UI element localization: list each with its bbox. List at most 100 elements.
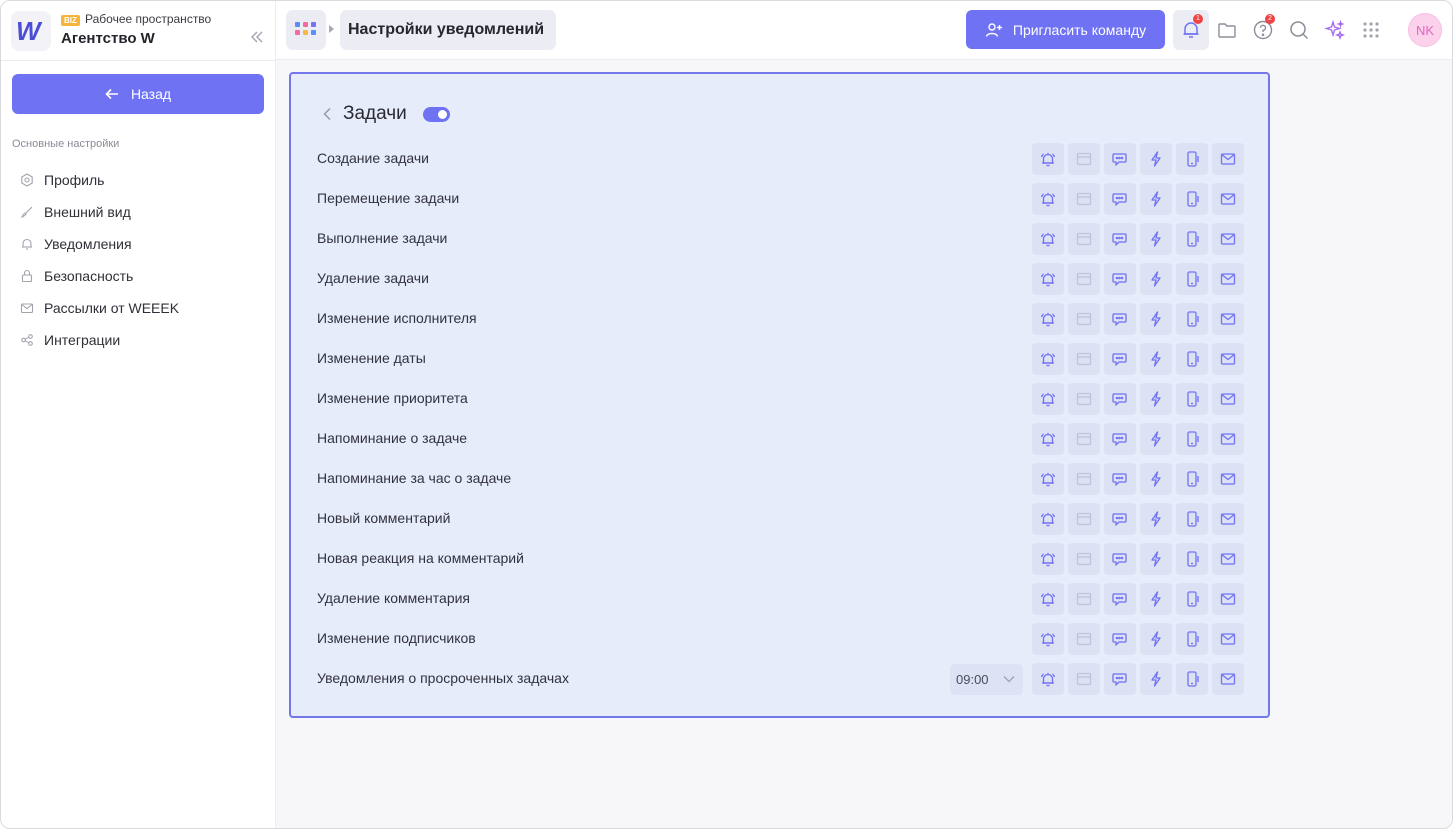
browser-channel-toggle[interactable]: [1068, 263, 1100, 295]
chat-channel-toggle[interactable]: [1104, 263, 1136, 295]
browser-channel-toggle[interactable]: [1068, 503, 1100, 535]
bell-channel-toggle[interactable]: [1032, 183, 1064, 215]
sidebar-item-profile[interactable]: Профиль: [20, 164, 260, 196]
chat-channel-toggle[interactable]: [1104, 183, 1136, 215]
bell-channel-toggle[interactable]: [1032, 663, 1064, 695]
email-channel-toggle[interactable]: [1212, 263, 1244, 295]
bell-channel-toggle[interactable]: [1032, 503, 1064, 535]
mobile-channel-toggle[interactable]: [1176, 303, 1208, 335]
bell-channel-toggle[interactable]: [1032, 583, 1064, 615]
files-button[interactable]: [1209, 10, 1245, 50]
lightning-channel-toggle[interactable]: [1140, 223, 1172, 255]
mobile-channel-toggle[interactable]: [1176, 583, 1208, 615]
email-channel-toggle[interactable]: [1212, 503, 1244, 535]
sidebar-item-integrations[interactable]: Интеграции: [20, 324, 260, 356]
user-avatar[interactable]: NK: [1408, 13, 1442, 47]
email-channel-toggle[interactable]: [1212, 343, 1244, 375]
lightning-channel-toggle[interactable]: [1140, 383, 1172, 415]
chat-channel-toggle[interactable]: [1104, 503, 1136, 535]
bell-channel-toggle[interactable]: [1032, 383, 1064, 415]
mobile-channel-toggle[interactable]: [1176, 143, 1208, 175]
browser-channel-toggle[interactable]: [1068, 143, 1100, 175]
mobile-channel-toggle[interactable]: [1176, 223, 1208, 255]
email-channel-toggle[interactable]: [1212, 583, 1244, 615]
invite-team-button[interactable]: Пригласить команду: [966, 10, 1165, 49]
browser-channel-toggle[interactable]: [1068, 623, 1100, 655]
lightning-channel-toggle[interactable]: [1140, 623, 1172, 655]
bell-channel-toggle[interactable]: [1032, 423, 1064, 455]
email-channel-toggle[interactable]: [1212, 463, 1244, 495]
tasks-notifications-toggle[interactable]: [422, 106, 450, 122]
mobile-channel-toggle[interactable]: [1176, 543, 1208, 575]
bell-channel-toggle[interactable]: [1032, 623, 1064, 655]
chat-channel-toggle[interactable]: [1104, 623, 1136, 655]
email-channel-toggle[interactable]: [1212, 623, 1244, 655]
browser-channel-toggle[interactable]: [1068, 663, 1100, 695]
lightning-channel-toggle[interactable]: [1140, 303, 1172, 335]
chat-channel-toggle[interactable]: [1104, 463, 1136, 495]
chat-channel-toggle[interactable]: [1104, 543, 1136, 575]
bell-channel-toggle[interactable]: [1032, 263, 1064, 295]
chat-channel-toggle[interactable]: [1104, 143, 1136, 175]
back-button[interactable]: Назад: [12, 74, 264, 114]
lightning-channel-toggle[interactable]: [1140, 143, 1172, 175]
sidebar-item-newsletters[interactable]: Рассылки от WEEEK: [20, 292, 260, 324]
chat-channel-toggle[interactable]: [1104, 343, 1136, 375]
chat-channel-toggle[interactable]: [1104, 583, 1136, 615]
bell-channel-toggle[interactable]: [1032, 303, 1064, 335]
chat-channel-toggle[interactable]: [1104, 423, 1136, 455]
mobile-channel-toggle[interactable]: [1176, 423, 1208, 455]
apps-grid-button[interactable]: [1353, 10, 1389, 50]
bell-channel-toggle[interactable]: [1032, 463, 1064, 495]
browser-channel-toggle[interactable]: [1068, 183, 1100, 215]
email-channel-toggle[interactable]: [1212, 143, 1244, 175]
chat-channel-toggle[interactable]: [1104, 223, 1136, 255]
email-channel-toggle[interactable]: [1212, 303, 1244, 335]
email-channel-toggle[interactable]: [1212, 223, 1244, 255]
mobile-channel-toggle[interactable]: [1176, 343, 1208, 375]
lightning-channel-toggle[interactable]: [1140, 343, 1172, 375]
bell-channel-toggle[interactable]: [1032, 143, 1064, 175]
lightning-channel-toggle[interactable]: [1140, 503, 1172, 535]
bell-channel-toggle[interactable]: [1032, 543, 1064, 575]
sidebar-item-notifications[interactable]: Уведомления: [20, 228, 260, 260]
chevron-left-icon[interactable]: [321, 107, 333, 121]
email-channel-toggle[interactable]: [1212, 423, 1244, 455]
lightning-channel-toggle[interactable]: [1140, 583, 1172, 615]
lightning-channel-toggle[interactable]: [1140, 263, 1172, 295]
email-channel-toggle[interactable]: [1212, 663, 1244, 695]
bell-channel-toggle[interactable]: [1032, 343, 1064, 375]
chat-channel-toggle[interactable]: [1104, 663, 1136, 695]
help-button[interactable]: 2: [1245, 10, 1281, 50]
browser-channel-toggle[interactable]: [1068, 383, 1100, 415]
browser-channel-toggle[interactable]: [1068, 583, 1100, 615]
email-channel-toggle[interactable]: [1212, 183, 1244, 215]
chat-channel-toggle[interactable]: [1104, 303, 1136, 335]
mobile-channel-toggle[interactable]: [1176, 663, 1208, 695]
mobile-channel-toggle[interactable]: [1176, 503, 1208, 535]
sidebar-item-appearance[interactable]: Внешний вид: [20, 196, 260, 228]
browser-channel-toggle[interactable]: [1068, 223, 1100, 255]
apps-menu-button[interactable]: [286, 10, 326, 50]
lightning-channel-toggle[interactable]: [1140, 423, 1172, 455]
lightning-channel-toggle[interactable]: [1140, 463, 1172, 495]
lightning-channel-toggle[interactable]: [1140, 183, 1172, 215]
ai-assistant-button[interactable]: [1317, 10, 1353, 50]
mobile-channel-toggle[interactable]: [1176, 383, 1208, 415]
mobile-channel-toggle[interactable]: [1176, 623, 1208, 655]
lightning-channel-toggle[interactable]: [1140, 663, 1172, 695]
browser-channel-toggle[interactable]: [1068, 463, 1100, 495]
time-select[interactable]: 09:00: [950, 664, 1023, 695]
sidebar-item-security[interactable]: Безопасность: [20, 260, 260, 292]
workspace-switcher[interactable]: W BIZ Рабочее пространство Агентство W: [11, 11, 266, 51]
email-channel-toggle[interactable]: [1212, 543, 1244, 575]
collapse-sidebar-icon[interactable]: [249, 29, 265, 45]
mobile-channel-toggle[interactable]: [1176, 463, 1208, 495]
notifications-button[interactable]: 1: [1173, 10, 1209, 50]
lightning-channel-toggle[interactable]: [1140, 543, 1172, 575]
chat-channel-toggle[interactable]: [1104, 383, 1136, 415]
mobile-channel-toggle[interactable]: [1176, 263, 1208, 295]
browser-channel-toggle[interactable]: [1068, 543, 1100, 575]
search-button[interactable]: [1281, 10, 1317, 50]
browser-channel-toggle[interactable]: [1068, 343, 1100, 375]
